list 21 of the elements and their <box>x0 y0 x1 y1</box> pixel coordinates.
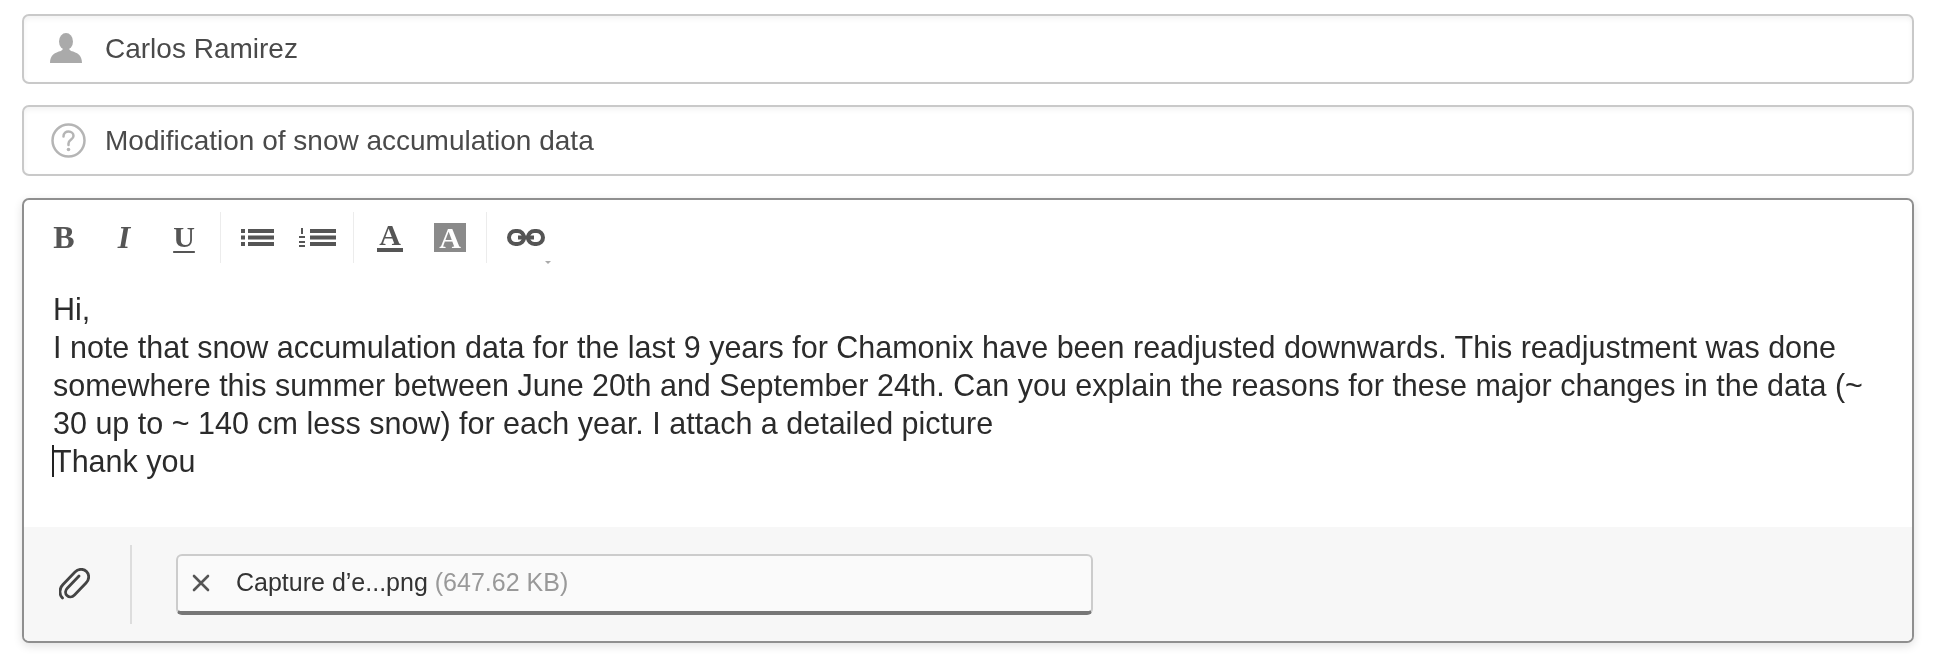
numbered-list-icon <box>298 227 336 247</box>
attach-button[interactable] <box>59 567 90 601</box>
text-color-button[interactable]: A <box>360 212 420 262</box>
bullet-list-icon <box>240 228 274 246</box>
recipient-field[interactable]: Carlos Ramirez <box>22 14 1914 84</box>
subject-field[interactable]: Modification of snow accumulation data <box>22 105 1914 176</box>
caret-icon <box>545 261 551 264</box>
bold-button[interactable]: B <box>34 212 94 262</box>
link-icon <box>507 228 545 246</box>
person-icon <box>50 33 82 63</box>
message-text: Thank you <box>53 443 196 480</box>
italic-button[interactable]: I <box>94 212 154 262</box>
file-size: (647.62 KB) <box>434 567 569 599</box>
question-circle-icon <box>51 123 86 158</box>
message-text: I note that snow accumulation data for the last 9 years for Chamonix have been readjusted downwards. This readjustment was done somewhere this summer between June 20th and September 24th. Can you explain the reasons for these major changes in the data (~ 30 up to ~ 140 cm less snow) for each year. I attach a detailed picture <box>53 329 1864 442</box>
remove-button[interactable] <box>192 574 210 592</box>
file-name: Capture d’e...png <box>236 567 428 599</box>
message-text: Hi, <box>53 291 91 328</box>
paperclip-icon <box>59 567 90 601</box>
underline-button[interactable]: U <box>154 212 214 262</box>
close-icon <box>192 574 210 592</box>
